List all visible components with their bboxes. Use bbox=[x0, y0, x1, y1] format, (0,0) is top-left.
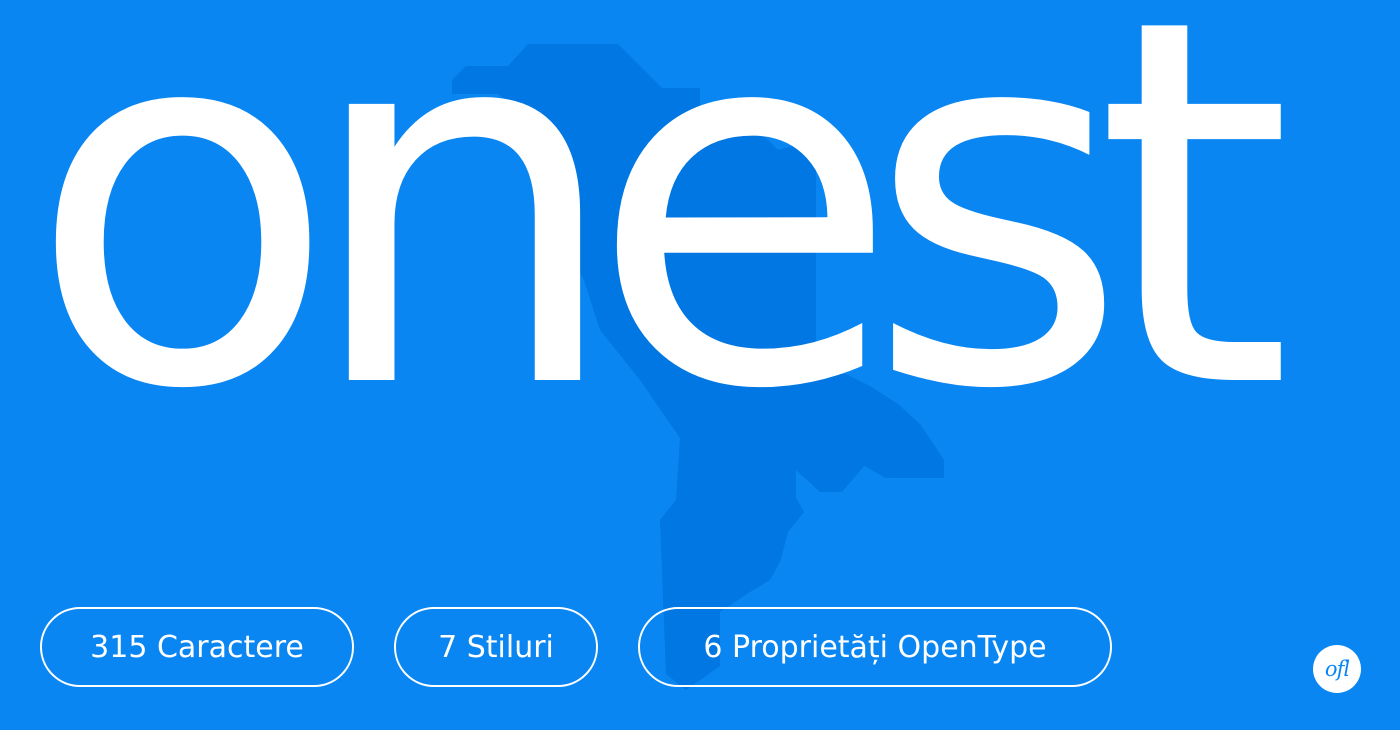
font-name-wordmark: onest bbox=[28, 0, 1293, 500]
feature-pill-styles: 7 Stiluri bbox=[394, 607, 598, 687]
feature-pill-opentype: 6 Proprietăți OpenType bbox=[638, 607, 1112, 687]
feature-pill-characters: 315 Caractere bbox=[40, 607, 354, 687]
ofl-license-icon: ofl bbox=[1313, 645, 1361, 693]
ofl-label: ofl bbox=[1324, 657, 1350, 681]
onest-banner: onest 315 Caractere 7 Stiluri 6 Propriet… bbox=[0, 0, 1400, 730]
